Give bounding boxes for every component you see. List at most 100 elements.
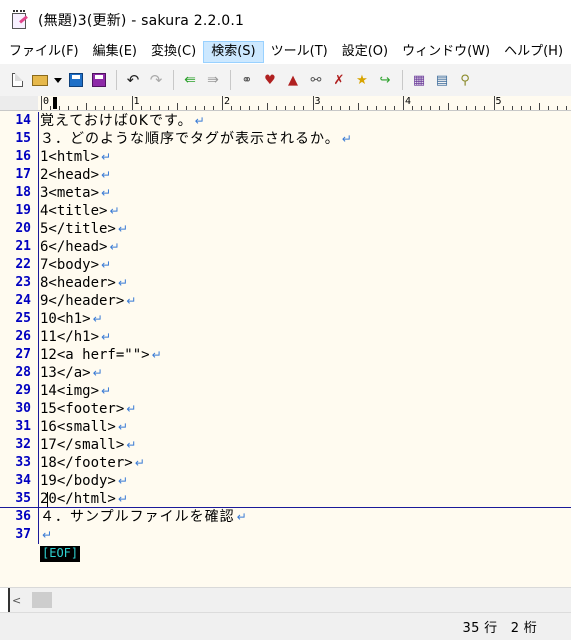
split-handle[interactable]	[0, 588, 10, 612]
line-text[interactable]: 2<head>	[40, 166, 99, 184]
find-next-icon[interactable]: ♥	[259, 69, 281, 91]
editor-line[interactable]: 14 覚えておけば0Kです。 ↵	[0, 112, 571, 130]
line-content[interactable]: 8<header> ↵	[40, 274, 128, 292]
mark-jump-icon[interactable]: ↪	[374, 69, 396, 91]
line-content[interactable]: 11</h1> ↵	[40, 328, 111, 346]
line-content[interactable]: 2<head> ↵	[40, 166, 111, 184]
line-content[interactable]: 16<small> ↵	[40, 418, 128, 436]
menu-edit[interactable]: 編集(E)	[86, 41, 144, 63]
editor-line[interactable]: 19 4<title> ↵	[0, 202, 571, 220]
line-text[interactable]: 覚えておけば0Kです。	[40, 112, 193, 130]
editor-lines[interactable]: 14 覚えておけば0Kです。 ↵ 15 ３．どのような順序でタグが表示されるか。 ↵ 16 1…	[0, 112, 571, 562]
editor-line[interactable]: 21 6</head> ↵	[0, 238, 571, 256]
editor-line[interactable]: 17 2<head> ↵	[0, 166, 571, 184]
editor-line[interactable]: 33 18</footer> ↵	[0, 454, 571, 472]
line-text[interactable]: 14<img>	[40, 382, 99, 400]
line-content[interactable]: 3<meta> ↵	[40, 184, 111, 202]
line-content[interactable]: 6</head> ↵	[40, 238, 120, 256]
line-content[interactable]: ４．サンプルファイルを確認 ↵	[40, 508, 247, 526]
editor-line[interactable]: 18 3<meta> ↵	[0, 184, 571, 202]
editor-line[interactable]: 26 11</h1> ↵	[0, 328, 571, 346]
line-text[interactable]: 1<html>	[40, 148, 99, 166]
jump-back-icon[interactable]: ⇚	[179, 69, 201, 91]
line-content[interactable]: 17</small> ↵	[40, 436, 136, 454]
line-text[interactable]: 7<body>	[40, 256, 99, 274]
line-text[interactable]: 6</head>	[40, 238, 107, 256]
line-text[interactable]: 16<small>	[40, 418, 116, 436]
line-content[interactable]: 13</a> ↵	[40, 364, 103, 382]
editor-line[interactable]: 35 20</html> ↵	[0, 490, 571, 508]
line-content[interactable]: ↵	[40, 526, 52, 544]
line-text[interactable]: 20</html>	[40, 490, 116, 508]
tag-jump-icon[interactable]: ⚲	[454, 69, 476, 91]
grep-icon[interactable]: ▦	[408, 69, 430, 91]
line-content[interactable]: 9</header> ↵	[40, 292, 136, 310]
line-content[interactable]: 20</html> ↵	[40, 490, 128, 507]
menu-file[interactable]: ファイル(F)	[0, 41, 86, 63]
menu-convert[interactable]: 変換(C)	[144, 41, 203, 63]
horizontal-scrollbar[interactable]: <	[0, 587, 571, 612]
text-editor[interactable]: 012345 14 覚えておけば0Kです。 ↵ 15 ３．どのような順序でタグが表示され…	[0, 96, 571, 587]
line-text[interactable]: 13</a>	[40, 364, 91, 382]
line-text[interactable]: 19</body>	[40, 472, 116, 490]
compare-icon[interactable]: ▤	[431, 69, 453, 91]
find-prev-icon[interactable]: ▲	[282, 69, 304, 91]
line-text[interactable]: 9</header>	[40, 292, 124, 310]
scrollbar-thumb[interactable]	[32, 592, 52, 608]
line-content[interactable]: 1<html> ↵	[40, 148, 111, 166]
search-clear-icon[interactable]: ✗	[328, 69, 350, 91]
line-content[interactable]: 19</body> ↵	[40, 472, 128, 490]
line-text[interactable]: 12<a herf="">	[40, 346, 150, 364]
open-file-icon[interactable]	[29, 69, 51, 91]
line-text[interactable]: 11</h1>	[40, 328, 99, 346]
line-text[interactable]: 15<footer>	[40, 400, 124, 418]
menu-help[interactable]: ヘルプ(H)	[497, 41, 570, 63]
editor-line[interactable]: 22 7<body> ↵	[0, 256, 571, 274]
line-text[interactable]: 3<meta>	[40, 184, 99, 202]
redo-icon[interactable]: ↷	[145, 69, 167, 91]
jump-forward-icon[interactable]: ⇛	[202, 69, 224, 91]
editor-line[interactable]: 36 ４．サンプルファイルを確認 ↵	[0, 508, 571, 526]
replace-icon[interactable]: ⚯	[305, 69, 327, 91]
menu-settings[interactable]: 設定(O)	[335, 41, 395, 63]
editor-line[interactable]: 20 5</title> ↵	[0, 220, 571, 238]
editor-line[interactable]: 37 ↵	[0, 526, 571, 544]
bookmark-icon[interactable]: ★	[351, 69, 373, 91]
editor-line[interactable]: 24 9</header> ↵	[0, 292, 571, 310]
line-content[interactable]: 12<a herf=""> ↵	[40, 346, 162, 364]
undo-icon[interactable]: ↶	[122, 69, 144, 91]
line-text[interactable]: 4<title>	[40, 202, 107, 220]
line-content[interactable]: ３．どのような順序でタグが表示されるか。 ↵	[40, 130, 352, 148]
line-content[interactable]: 10<h1> ↵	[40, 310, 103, 328]
line-content[interactable]: 4<title> ↵	[40, 202, 120, 220]
editor-line[interactable]: 32 17</small> ↵	[0, 436, 571, 454]
line-text[interactable]: ４．サンプルファイルを確認	[40, 508, 235, 526]
editor-line[interactable]: 28 13</a> ↵	[0, 364, 571, 382]
line-content[interactable]: 18</footer> ↵	[40, 454, 145, 472]
line-content[interactable]: 5</title> ↵	[40, 220, 128, 238]
line-text[interactable]: 10<h1>	[40, 310, 91, 328]
line-text[interactable]: 17</small>	[40, 436, 124, 454]
scroll-left-icon[interactable]: <	[12, 594, 21, 607]
line-text[interactable]: 5</title>	[40, 220, 116, 238]
editor-line[interactable]: 16 1<html> ↵	[0, 148, 571, 166]
editor-line[interactable]: 15 ３．どのような順序でタグが表示されるか。 ↵	[0, 130, 571, 148]
editor-line[interactable]: 31 16<small> ↵	[0, 418, 571, 436]
open-dropdown-icon[interactable]	[52, 69, 64, 91]
editor-line[interactable]: 25 10<h1> ↵	[0, 310, 571, 328]
line-content[interactable]: 覚えておけば0Kです。 ↵	[40, 112, 205, 130]
save-as-icon[interactable]	[88, 69, 110, 91]
editor-line[interactable]: 30 15<footer> ↵	[0, 400, 571, 418]
line-content[interactable]: 14<img> ↵	[40, 382, 111, 400]
editor-line[interactable]: 29 14<img> ↵	[0, 382, 571, 400]
menu-window[interactable]: ウィンドウ(W)	[395, 41, 497, 63]
line-text[interactable]: 8<header>	[40, 274, 116, 292]
line-content[interactable]: 15<footer> ↵	[40, 400, 136, 418]
editor-line[interactable]: 34 19</body> ↵	[0, 472, 571, 490]
editor-line[interactable]: 27 12<a herf=""> ↵	[0, 346, 571, 364]
new-file-icon[interactable]	[6, 69, 28, 91]
line-content[interactable]: 7<body> ↵	[40, 256, 111, 274]
line-text[interactable]: ３．どのような順序でタグが表示されるか。	[40, 130, 340, 148]
find-icon[interactable]: ⚭	[236, 69, 258, 91]
editor-line[interactable]: 23 8<header> ↵	[0, 274, 571, 292]
